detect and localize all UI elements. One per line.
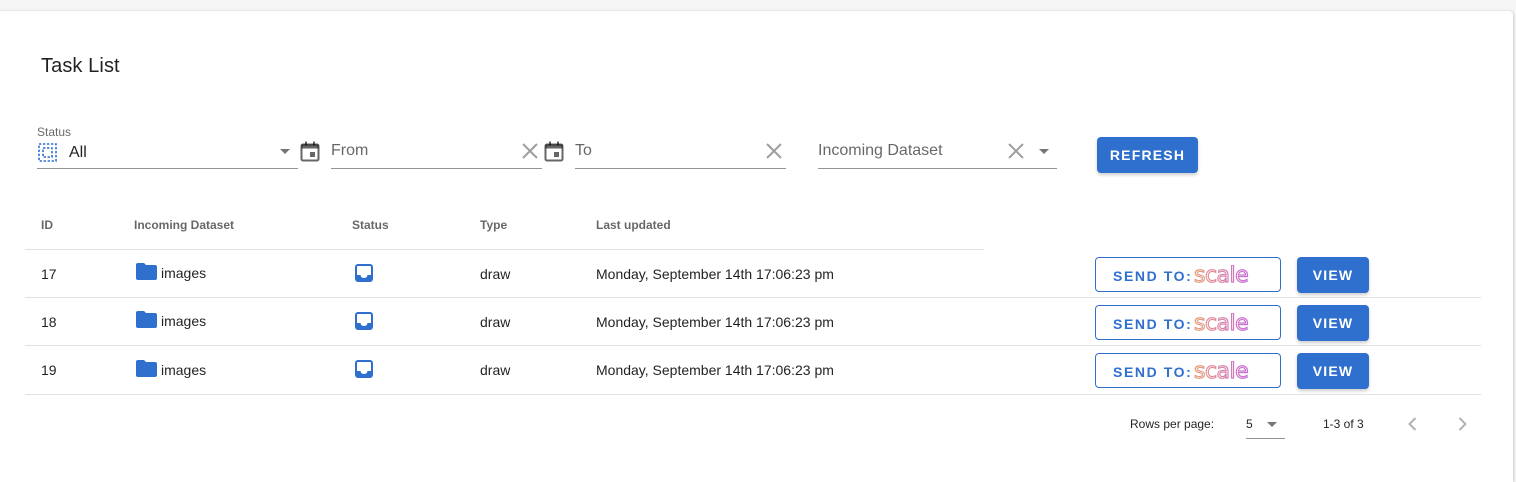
dataset-select[interactable]: Incoming Dataset (818, 129, 1057, 169)
dashed-square-icon (38, 143, 57, 162)
to-date-field[interactable]: To (575, 129, 786, 169)
row-id: 18 (41, 314, 57, 330)
rows-per-page-label: Rows per page: (1130, 417, 1215, 431)
row-dataset: images (161, 362, 207, 378)
from-placeholder: From (331, 142, 369, 159)
to-placeholder: To (575, 142, 592, 159)
from-date-field[interactable]: From (331, 129, 542, 169)
chevron-left-icon[interactable] (1403, 414, 1423, 434)
status-label: Status (37, 125, 72, 139)
inbox-icon (355, 312, 373, 330)
send-to-scale-button[interactable]: SEND TO: scale (1095, 257, 1281, 292)
calendar-icon[interactable] (300, 141, 320, 163)
inbox-icon (355, 264, 373, 282)
chevron-down-icon[interactable] (280, 149, 290, 154)
row-last-updated: Monday, September 14th 17:06:23 pm (596, 266, 834, 282)
table-row: 17 images draw Monday, September 14th 17… (25, 249, 1481, 297)
folder-icon (136, 311, 157, 328)
view-button[interactable]: VIEW (1297, 257, 1369, 293)
column-header-id[interactable]: ID (41, 218, 53, 232)
column-header-status[interactable]: Status (352, 218, 389, 232)
dataset-underline (818, 168, 1057, 169)
rows-per-page-underline (1246, 438, 1285, 439)
column-header-type[interactable]: Type (480, 218, 507, 232)
column-header-dataset[interactable]: Incoming Dataset (134, 218, 234, 232)
scale-logo: scale (1194, 265, 1249, 287)
folder-icon (136, 360, 157, 377)
table-bottom-divider (25, 394, 1481, 395)
table-row: 18 images draw Monday, September 14th 17… (25, 297, 1481, 345)
to-underline (575, 168, 786, 169)
send-to-label: SEND TO: (1113, 316, 1193, 332)
view-button[interactable]: VIEW (1297, 305, 1369, 341)
folder-icon (136, 263, 157, 280)
row-dataset: images (161, 265, 207, 281)
row-type: draw (480, 266, 511, 282)
send-to-scale-button[interactable]: SEND TO: scale (1095, 305, 1281, 340)
view-button[interactable]: VIEW (1297, 353, 1369, 389)
svg-text:scale: scale (1194, 313, 1248, 335)
row-type: draw (480, 314, 511, 330)
row-last-updated: Monday, September 14th 17:06:23 pm (596, 314, 834, 330)
chevron-down-icon[interactable] (1039, 149, 1049, 154)
status-value: All (69, 144, 87, 161)
inbox-icon (355, 360, 373, 378)
row-dataset: images (161, 313, 207, 329)
status-underline (37, 168, 298, 169)
svg-text:scale: scale (1194, 361, 1248, 383)
status-select[interactable]: Status All (37, 125, 298, 169)
clear-icon[interactable] (521, 142, 539, 160)
clear-icon[interactable] (765, 142, 783, 160)
send-to-scale-button[interactable]: SEND TO: scale (1095, 353, 1281, 388)
task-list-card (0, 11, 1513, 482)
table-row: 19 images draw Monday, September 14th 17… (25, 345, 1481, 393)
clear-icon[interactable] (1007, 142, 1025, 160)
rows-per-page-value[interactable]: 5 (1246, 417, 1253, 431)
calendar-icon[interactable] (544, 141, 564, 163)
refresh-button[interactable]: REFRESH (1097, 137, 1198, 173)
column-header-last-updated[interactable]: Last updated (596, 218, 671, 232)
svg-text:scale: scale (1194, 265, 1248, 287)
dataset-placeholder: Incoming Dataset (818, 142, 943, 159)
chevron-down-icon[interactable] (1267, 422, 1277, 427)
chevron-right-icon[interactable] (1452, 414, 1472, 434)
page-title: Task List (41, 55, 120, 77)
page-range: 1-3 of 3 (1323, 417, 1364, 431)
send-to-label: SEND TO: (1113, 268, 1193, 284)
scale-logo: scale (1194, 313, 1249, 335)
send-to-label: SEND TO: (1113, 364, 1193, 380)
row-last-updated: Monday, September 14th 17:06:23 pm (596, 362, 834, 378)
row-id: 19 (41, 362, 57, 378)
scale-logo: scale (1194, 361, 1249, 383)
row-id: 17 (41, 266, 57, 282)
from-underline (331, 168, 542, 169)
row-type: draw (480, 362, 511, 378)
